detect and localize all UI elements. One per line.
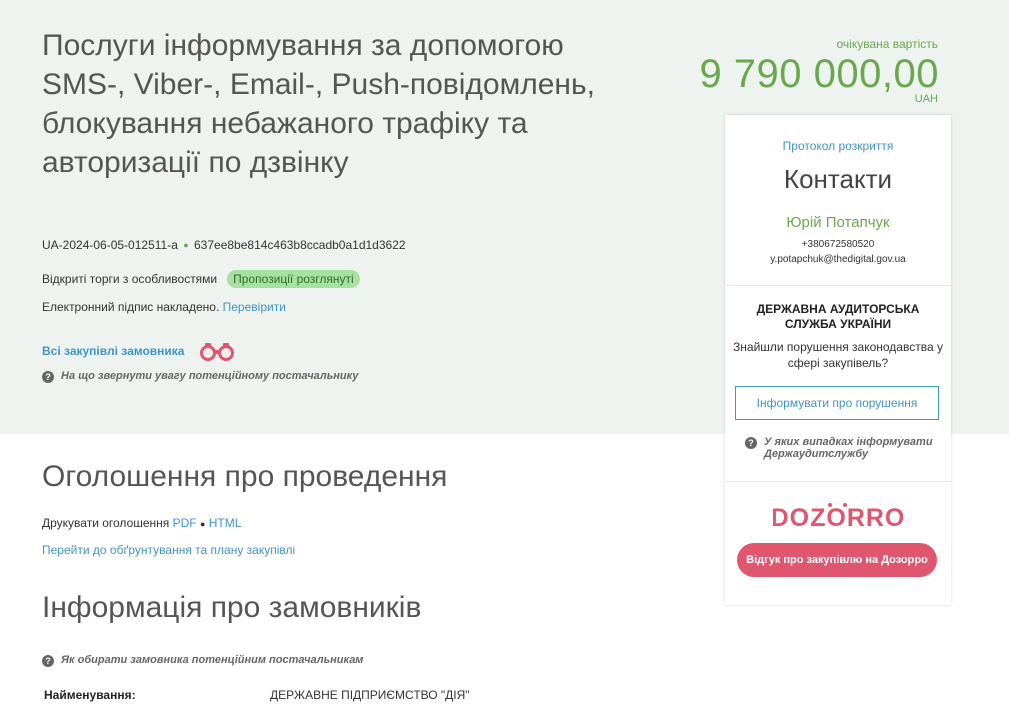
contact-phone: +380672580520 <box>801 239 875 250</box>
procedure-status: Відкриті торги з особливостями Пропозиці… <box>42 270 360 288</box>
print-label: Друкувати оголошення <box>42 516 170 530</box>
signature-line: Електронний підпис накладено. Перевірити <box>42 300 286 314</box>
audit-service-title: ДЕРЖАВНА АУДИТОРСЬКА СЛУЖБА УКРАЇНИ <box>756 302 920 331</box>
tender-id: UA-2024-06-05-012511-a <box>42 238 178 252</box>
contact-name: Юрій Потапчук <box>786 214 890 231</box>
signature-text: Електронний підпис накладено. <box>42 300 220 314</box>
procedure-type: Відкриті торги з особливостями <box>42 272 218 286</box>
audit-hint-text: У яких випадках інформувати Держаудитслу… <box>764 436 933 460</box>
customer-name-label: Найменування: <box>44 688 136 702</box>
audit-question: Знайшли порушення законодавства у сфері … <box>733 340 943 370</box>
contacts-panel: Протокол розкриття Контакти Юрій Потапчу… <box>725 115 951 605</box>
customer-name-value: ДЕРЖАВНЕ ПІДПРИЄМСТВО "ДІЯ" <box>270 688 470 702</box>
verify-signature-link[interactable]: Перевірити <box>223 300 286 314</box>
status-badge: Пропозиції розглянуті <box>227 270 360 288</box>
customer-hint-text: Як обирати замовника потенційним постача… <box>61 654 364 666</box>
expected-amount: 9 790 000,00 <box>699 52 939 96</box>
customers-heading: Інформація про замовників <box>42 591 422 624</box>
separator-dot: ● <box>183 240 189 250</box>
question-icon: ? <box>42 371 54 383</box>
print-html-link[interactable]: HTML <box>209 516 242 530</box>
print-pdf-link[interactable]: PDF <box>173 516 197 530</box>
question-icon: ? <box>42 655 54 667</box>
separator-dot: ● <box>199 519 206 529</box>
protocol-link[interactable]: Протокол розкриття <box>725 139 951 153</box>
tender-title: Послуги інформування за допомогою SMS-, … <box>42 29 595 179</box>
procurement-plan-link[interactable]: Перейти до обґрунтування та плану закупі… <box>42 543 295 557</box>
announcement-heading: Оголошення про проведення <box>42 460 448 493</box>
dozorro-review-button[interactable]: Відгук про закупівлю на Дозорро <box>737 543 937 577</box>
tender-identifier: UA-2024-06-05-012511-a ● 637ee8be814c463… <box>42 238 406 252</box>
all-purchases-link[interactable]: Всі закупівлі замовника <box>42 344 184 358</box>
customer-hint[interactable]: ? Як обирати замовника потенційним поста… <box>42 654 363 667</box>
tender-hash: 637ee8be814c463b8ccadb0a1d1d3622 <box>194 238 406 252</box>
report-violation-button[interactable]: Інформувати про порушення <box>735 386 939 420</box>
question-icon: ? <box>745 437 757 449</box>
supplier-attention-text: На що звернути увагу потенційному постач… <box>61 370 359 382</box>
all-purchases: Всі закупівлі замовника <box>42 341 236 361</box>
supplier-attention-hint[interactable]: ? На що звернути увагу потенційному пост… <box>42 370 358 383</box>
contact-email: y.potapchuk@thedigital.gov.ua <box>770 254 906 265</box>
divider <box>725 481 951 482</box>
expected-value-label: очікувана вартість <box>836 37 939 51</box>
dozorro-logo-text: DOZORRO <box>773 504 903 531</box>
audit-hint[interactable]: ? У яких випадках інформувати Держаудитс… <box>745 436 945 460</box>
binoculars-icon[interactable] <box>198 341 236 361</box>
currency: UAH <box>914 93 938 105</box>
divider <box>725 285 951 286</box>
print-announcement: Друкувати оголошення PDF ● HTML <box>42 516 241 530</box>
dozorro-logo: DOZORRO <box>773 503 903 531</box>
contacts-heading: Контакти <box>783 164 893 194</box>
